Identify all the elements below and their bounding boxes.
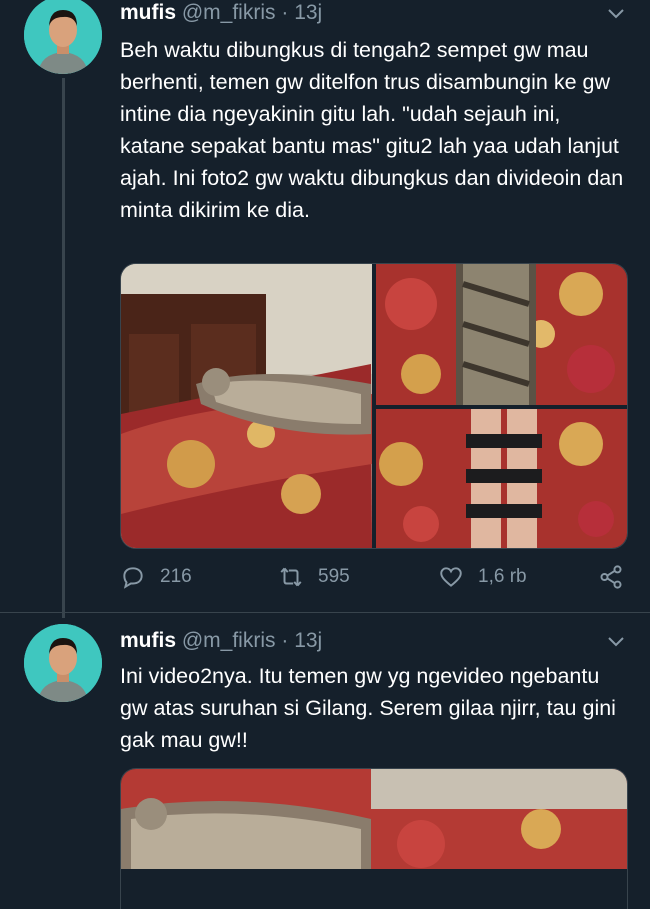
avatar[interactable] [24, 0, 102, 74]
tweet-actions: 216 595 1,6 rb [120, 564, 630, 594]
media-grid[interactable] [120, 263, 628, 549]
reply-count: 216 [160, 566, 192, 587]
media-photo-1[interactable] [121, 264, 372, 548]
media-photo-3[interactable] [376, 409, 627, 548]
reply-button[interactable]: 216 [120, 564, 192, 590]
chevron-down-icon[interactable] [606, 632, 626, 652]
thread-line [62, 78, 65, 618]
like-button[interactable]: 1,6 rb [438, 564, 527, 590]
separator-dot: · [281, 1, 289, 24]
share-icon [600, 565, 622, 589]
display-name[interactable]: mufis [120, 629, 176, 652]
tweet-text: Beh waktu dibungkus di tengah2 sempet gw… [120, 38, 624, 222]
heart-icon [440, 567, 462, 587]
tweet-header: mufis @m_fikris · 13j [120, 0, 322, 26]
media-photo-2[interactable] [376, 264, 627, 405]
display-name[interactable]: mufis [120, 1, 176, 24]
retweet-icon [280, 567, 302, 587]
user-handle[interactable]: @m_fikris [182, 1, 276, 24]
share-button[interactable] [598, 564, 624, 590]
reply-icon [123, 567, 143, 589]
user-handle[interactable]: @m_fikris [182, 629, 276, 652]
retweet-count: 595 [318, 566, 350, 587]
timestamp[interactable]: 13j [294, 629, 322, 652]
chevron-down-icon[interactable] [606, 4, 626, 24]
avatar[interactable] [24, 624, 102, 702]
tweet-text: Ini video2nya. Itu temen gw yg ngevideo … [120, 664, 616, 752]
tweet-divider [0, 612, 650, 613]
separator-dot: · [281, 629, 289, 652]
retweet-button[interactable]: 595 [278, 564, 350, 590]
like-count: 1,6 rb [478, 566, 527, 587]
tweet-header: mufis @m_fikris · 13j [120, 628, 322, 654]
timestamp[interactable]: 13j [294, 1, 322, 24]
video-thumbnail[interactable] [120, 768, 628, 909]
